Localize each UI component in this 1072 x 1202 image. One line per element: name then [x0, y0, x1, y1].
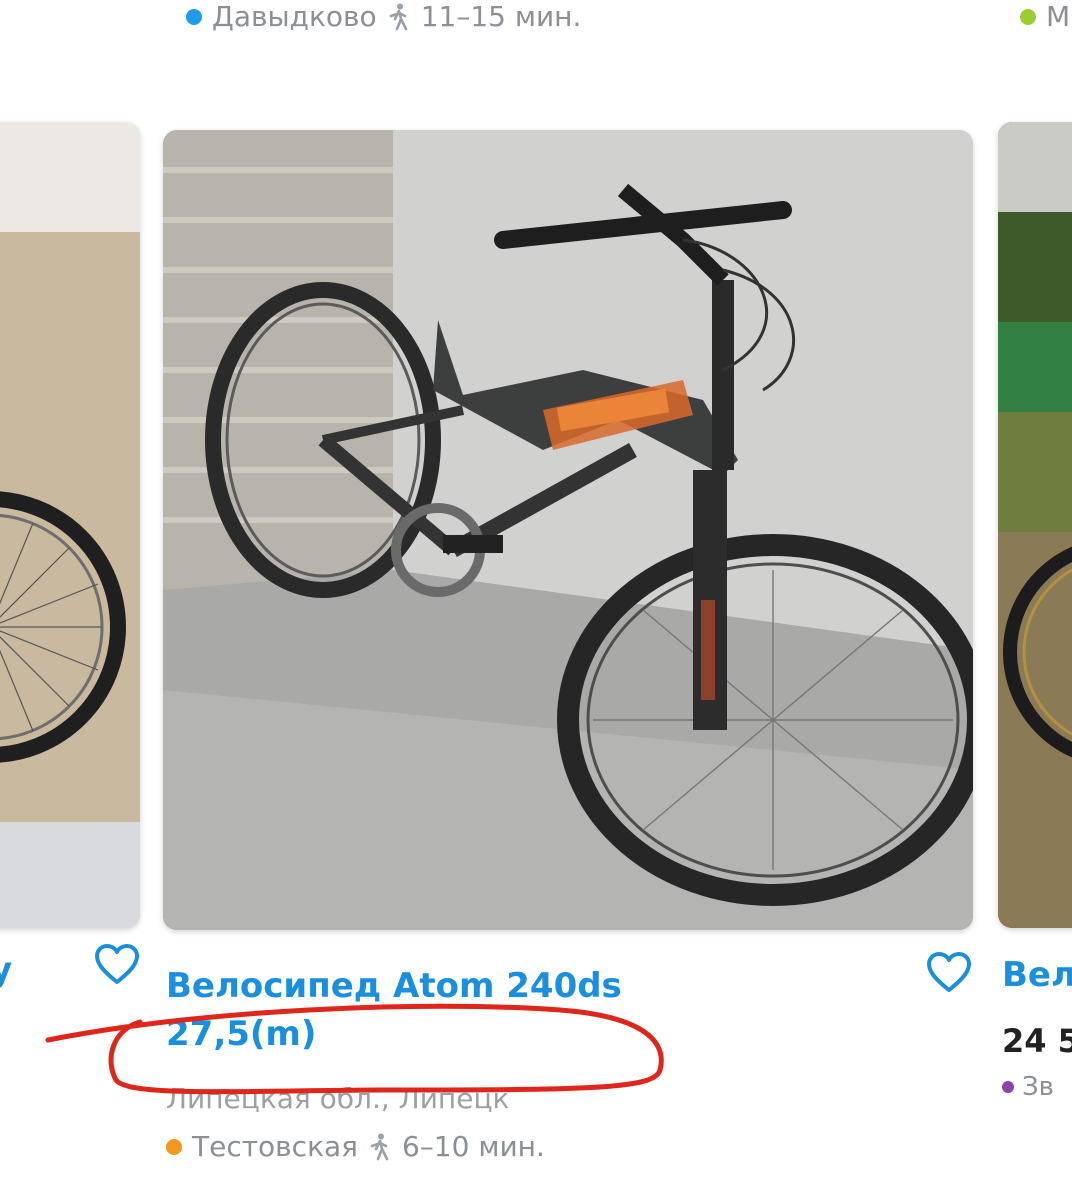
walk-time: 6–10 мин.	[401, 1130, 545, 1163]
listing-title-main[interactable]: Велосипед Atom 240ds 27,5(m)	[166, 962, 686, 1058]
heart-icon[interactable]	[94, 944, 140, 986]
bicycle-photo	[998, 122, 1072, 928]
metro-dot	[1020, 8, 1036, 25]
listing-title-left[interactable]: у	[0, 950, 12, 990]
walk-time: 11–15 мин.	[420, 0, 582, 33]
metro-station: М	[1046, 0, 1071, 33]
metro-dot	[186, 8, 202, 25]
metro-dot	[1002, 1081, 1014, 1093]
walk-icon	[370, 1133, 389, 1160]
listing-metro: Тестовская 6–10 мин.	[166, 1130, 545, 1163]
listing-location: Липецкая обл., Липецк	[166, 1082, 510, 1115]
heart-icon[interactable]	[926, 952, 972, 994]
bicycle-photo	[0, 122, 140, 928]
listing-photo-left[interactable]	[0, 122, 140, 928]
metro-dot	[166, 1138, 182, 1155]
top-right-metro: М	[1020, 0, 1070, 33]
metro-station: Зв	[1022, 1072, 1054, 1102]
listing-photo-right[interactable]	[998, 122, 1072, 928]
listing-photo-main[interactable]	[163, 130, 973, 930]
bicycle-photo	[163, 130, 973, 930]
metro-station: Тестовская	[192, 1130, 358, 1163]
listing-title-right[interactable]: Вел	[1002, 955, 1072, 995]
listing-price-right: 24 5	[1002, 1022, 1072, 1060]
listing-metro-right: Зв	[1002, 1072, 1054, 1102]
top-left-metro: Давыдково 11–15 мин.	[186, 0, 581, 33]
metro-station: Давыдково	[212, 0, 377, 33]
walk-icon	[389, 3, 407, 30]
